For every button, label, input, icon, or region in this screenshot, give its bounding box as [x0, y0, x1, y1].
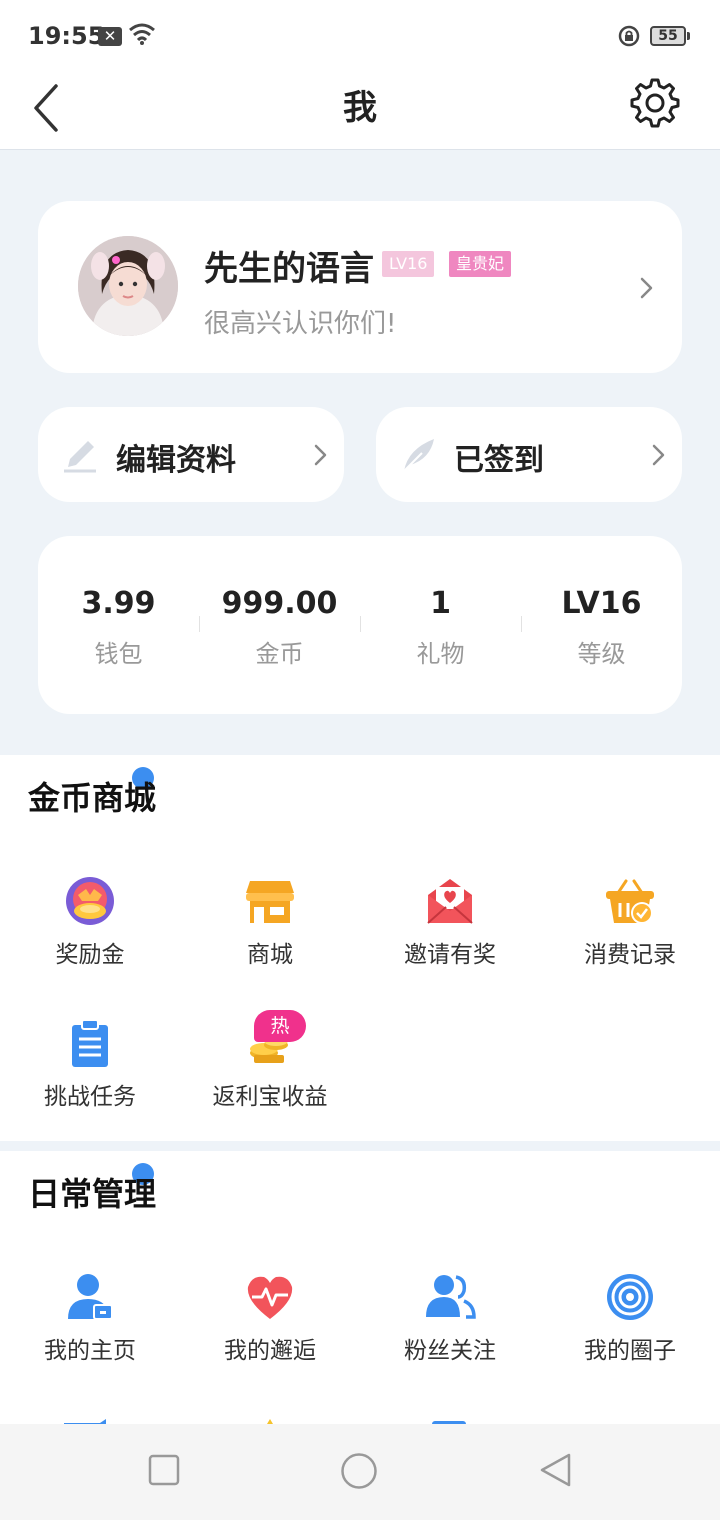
- grid-item-reward[interactable]: 奖励金: [0, 875, 180, 971]
- signed-in-label: 已签到: [454, 443, 544, 478]
- envelope-heart-icon: [427, 879, 473, 924]
- grid-item-my-encounters[interactable]: 我的邂逅: [180, 1271, 360, 1367]
- rotation-lock-icon: [618, 25, 640, 47]
- user-home-icon: [68, 1274, 113, 1320]
- grid-item-my-circle[interactable]: 我的圈子: [540, 1271, 720, 1367]
- grid-label: 我的圈子: [584, 1338, 676, 1364]
- grid-label: 返利宝收益: [212, 1084, 328, 1110]
- edit-profile-label: 编辑资料: [116, 443, 236, 478]
- grid-item-challenge-task[interactable]: 挑战任务: [0, 1017, 180, 1113]
- recent-apps-square-icon[interactable]: [148, 1454, 180, 1486]
- back-triangle-icon[interactable]: [538, 1452, 574, 1488]
- grid-item-my-homepage[interactable]: 我的主页: [0, 1271, 180, 1367]
- status-time: 19:55: [28, 22, 105, 50]
- signed-in-button[interactable]: 已签到: [376, 407, 682, 502]
- battery-tip: [687, 32, 690, 40]
- grid-item-invite[interactable]: 邀请有奖: [360, 875, 540, 971]
- coin-shop-section: 金币商城 奖励金 商城 邀请有奖 消费记录 挑战任务 返利宝收益: [0, 755, 720, 1141]
- clipboard-icon: [72, 1019, 108, 1067]
- home-circle-icon[interactable]: [340, 1452, 378, 1490]
- next-row-star-icon: [258, 1414, 282, 1429]
- daily-management-section: 日常管理 我的主页 我的邂逅 粉丝关注 我的圈子: [0, 1151, 720, 1424]
- title-badge: 皇贵妃: [449, 251, 512, 277]
- store-icon: [246, 881, 294, 923]
- stat-label: 钱包: [94, 640, 143, 668]
- page-title: 我: [343, 88, 377, 128]
- target-circle-icon: [607, 1274, 653, 1320]
- basket-check-icon: [606, 879, 654, 924]
- grid-label: 商城: [247, 942, 293, 968]
- stat-value: LV16: [561, 586, 642, 621]
- chevron-right-icon: [652, 444, 665, 466]
- reward-icon: [66, 877, 114, 925]
- profile-card[interactable]: 先生的语言 LV16 皇贵妃 很高兴认识你们!: [38, 201, 682, 373]
- grid-label: 邀请有奖: [404, 942, 496, 968]
- notification-x-icon: ✕: [98, 27, 122, 46]
- grid-label: 奖励金: [55, 942, 125, 968]
- stat-value: 1: [430, 586, 451, 621]
- avatar[interactable]: [78, 236, 178, 336]
- system-nav-bar: [0, 1424, 720, 1520]
- level-badge: LV16: [382, 251, 435, 277]
- status-bar: 19:55 ✕ 55: [0, 0, 720, 72]
- edit-profile-button[interactable]: 编辑资料: [38, 407, 344, 502]
- followers-icon: [426, 1275, 476, 1319]
- chevron-right-icon: [314, 444, 327, 466]
- feather-icon: [401, 439, 434, 474]
- grid-item-fans-following[interactable]: 粉丝关注: [360, 1271, 540, 1367]
- grid-label: 粉丝关注: [404, 1338, 496, 1364]
- pencil-icon: [64, 441, 96, 473]
- profile-name: 先生的语言: [204, 249, 374, 289]
- stat-value: 3.99: [81, 586, 156, 621]
- stat-wallet[interactable]: 3.99 钱包: [38, 586, 199, 669]
- stats-card: 3.99 钱包 999.00 金币 1 礼物 LV16 等级: [38, 536, 682, 714]
- heartbeat-icon: [247, 1276, 293, 1319]
- stat-coins[interactable]: 999.00 金币: [199, 586, 360, 669]
- stat-gifts[interactable]: 1 礼物: [360, 586, 521, 669]
- grid-label: 挑战任务: [44, 1084, 136, 1110]
- chevron-right-icon: [640, 277, 653, 299]
- top-nav-bar: 我: [0, 72, 720, 150]
- section-title: 日常管理: [28, 1175, 157, 1213]
- next-row-phone-icon: [432, 1414, 466, 1429]
- grid-item-spending-record[interactable]: 消费记录: [540, 875, 720, 971]
- stat-level[interactable]: LV16 等级: [521, 586, 682, 669]
- grid-label: 消费记录: [584, 942, 676, 968]
- gear-icon[interactable]: [628, 76, 682, 130]
- stat-label: 等级: [577, 640, 626, 668]
- next-row-edit-icon: [64, 1414, 108, 1429]
- battery-indicator: 55: [650, 26, 686, 46]
- profile-bio: 很高兴认识你们!: [204, 309, 397, 339]
- stat-label: 礼物: [416, 640, 465, 668]
- stat-value: 999.00: [221, 586, 338, 621]
- grid-label: 我的邂逅: [224, 1338, 316, 1364]
- grid-label: 我的主页: [44, 1338, 136, 1364]
- grid-item-store[interactable]: 商城: [180, 875, 360, 971]
- wifi-icon: [129, 23, 155, 45]
- section-title: 金币商城: [28, 779, 157, 817]
- hot-badge: 热: [254, 1010, 306, 1042]
- stat-label: 金币: [255, 640, 304, 668]
